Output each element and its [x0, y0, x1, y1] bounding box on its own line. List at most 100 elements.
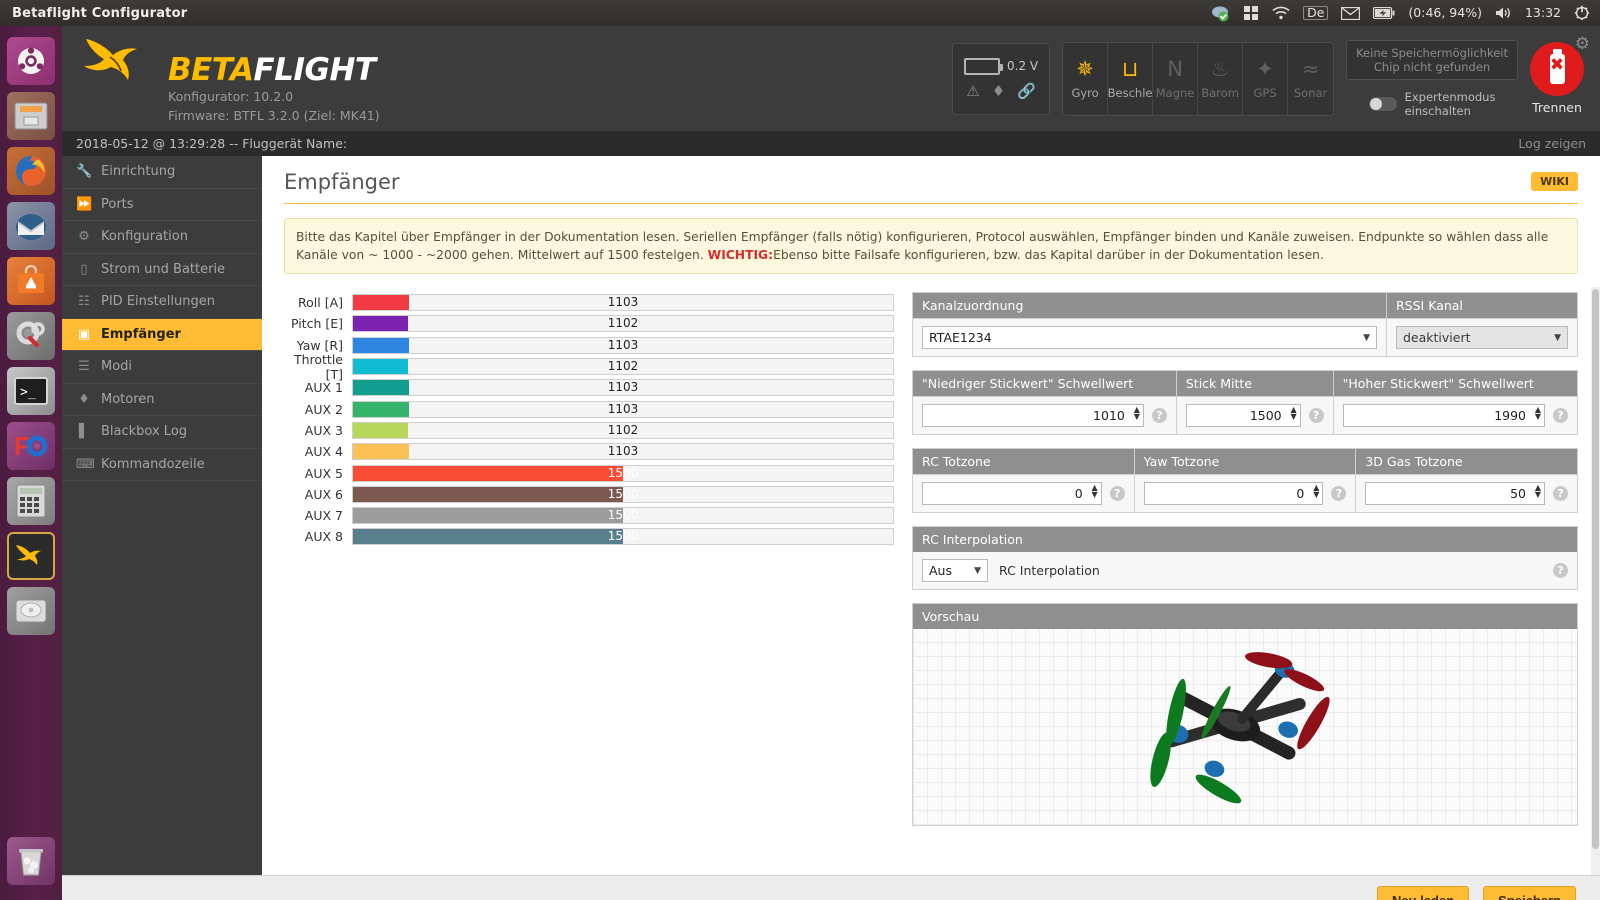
brand-block: BETAFLIGHT Konfigurator: 10.2.0 Firmware…: [62, 33, 380, 124]
configurator-version: Konfigurator: 10.2.0: [168, 89, 294, 104]
launcher-system-settings-icon[interactable]: [7, 312, 55, 360]
apps-grid-icon[interactable]: [1243, 5, 1259, 21]
yaw-deadband-body: ▲▼ ?: [1134, 475, 1356, 512]
rssi-channel-select[interactable]: deaktiviert ▼: [1396, 326, 1568, 349]
spinner-arrows-icon[interactable]: ▲ ▼: [1313, 484, 1319, 499]
high-threshold-stepper[interactable]: ▲▼: [1342, 404, 1545, 427]
help-icon[interactable]: ?: [1553, 486, 1569, 501]
sonar-icon: ≈: [1301, 56, 1320, 81]
save-button[interactable]: Speichern: [1483, 886, 1576, 900]
sidebar-item-blackbox[interactable]: ▌ Blackbox Log: [62, 416, 262, 449]
storage-and-expert-block: Keine Speichermöglichkeit Chip nicht gef…: [1346, 39, 1518, 118]
launcher-betaflight-icon[interactable]: [7, 532, 55, 580]
high-threshold-input[interactable]: [1342, 404, 1545, 427]
launcher-trash-icon[interactable]: [7, 837, 55, 885]
sensor-magnetometer: N Magne: [1153, 42, 1199, 115]
launcher-firefox-icon[interactable]: [7, 147, 55, 195]
settings-gear-icon[interactable]: ⚙: [1575, 34, 1590, 54]
expert-mode-toggle[interactable]: Expertenmodus einschalten: [1368, 90, 1495, 118]
yaw-deadband-input[interactable]: [1143, 482, 1324, 505]
stick-center-stepper[interactable]: ▲▼: [1185, 404, 1301, 427]
notice-text-part2: Ebenso bitte Failsafe konfigurieren, bzw…: [773, 248, 1324, 262]
channel-track: 1103: [352, 443, 894, 461]
battery-status-box: 0.2 V ⚠ ♦ 🔗: [952, 42, 1051, 115]
chevron-down-icon: ▼: [1363, 332, 1370, 343]
yaw-deadband-stepper[interactable]: ▲▼: [1143, 482, 1324, 505]
channel-map-panel: Kanalzuordnung RTAE1234 ▼ RSSI Kanal dea…: [912, 292, 1578, 357]
rc-deadband-input[interactable]: [922, 482, 1102, 505]
expert-mode-switch[interactable]: [1368, 96, 1397, 111]
show-log-link[interactable]: Log zeigen: [1518, 136, 1586, 151]
high-threshold-header: "Hoher Stickwert" Schwellwert: [1333, 371, 1577, 397]
sensor-accelerometer-label: Beschle: [1108, 85, 1153, 100]
wiki-button[interactable]: WIKI: [1531, 172, 1578, 191]
stick-center-input[interactable]: [1185, 404, 1301, 427]
help-icon[interactable]: ?: [1331, 486, 1347, 501]
app-header: BETAFLIGHT Konfigurator: 10.2.0 Firmware…: [62, 26, 1600, 131]
battery-icon[interactable]: [1373, 7, 1395, 19]
high-threshold-cell: "Hoher Stickwert" Schwellwert ▲▼ ?: [1333, 371, 1577, 434]
throttle3d-deadband-input[interactable]: [1365, 482, 1546, 505]
volume-icon[interactable]: [1495, 6, 1512, 20]
deadband-panel: RC Totzone ▲▼ ? Yaw Tot: [912, 448, 1578, 513]
yaw-deadband-cell: Yaw Totzone ▲▼ ?: [1134, 449, 1357, 512]
rc-deadband-stepper[interactable]: ▲▼: [922, 482, 1102, 505]
sidebar-item-modes[interactable]: ☰ Modi: [62, 351, 262, 384]
sync-check-icon[interactable]: [1211, 5, 1230, 22]
sidebar-item-setup[interactable]: 🔧 Einrichtung: [62, 156, 262, 189]
spinner-arrows-icon[interactable]: ▲ ▼: [1535, 406, 1541, 421]
launcher-terminal-icon[interactable]: >_: [7, 367, 55, 415]
launcher-disk-utility-icon[interactable]: [7, 587, 55, 635]
keyboard-layout-indicator[interactable]: De: [1303, 5, 1329, 21]
low-threshold-stepper[interactable]: ▲▼: [922, 404, 1144, 427]
sensor-status-box: ✵ Gyro ⊔ Beschle N Magne ♨ Barom ✦ GPS ≈…: [1062, 41, 1335, 116]
help-icon[interactable]: ?: [1151, 408, 1167, 423]
help-icon[interactable]: ?: [1553, 563, 1568, 578]
rc-interpolation-header: RC Interpolation: [913, 527, 1577, 552]
sensor-magnetometer-label: Magne: [1155, 85, 1195, 100]
launcher-freecad-icon[interactable]: F: [7, 422, 55, 470]
channel-map-value: RTAE1234: [929, 330, 992, 345]
channel-value: 1103: [607, 380, 639, 395]
content-scrollbar[interactable]: [1591, 287, 1600, 875]
spinner-arrows-icon[interactable]: ▲ ▼: [1535, 484, 1541, 499]
mail-icon[interactable]: [1341, 6, 1361, 20]
sidebar-item-cli[interactable]: ⌨ Kommandozeile: [62, 449, 262, 481]
sidebar-item-ports[interactable]: ⏩ Ports: [62, 189, 262, 221]
sidebar-item-label: Konfiguration: [101, 229, 188, 245]
scrollbar-thumb[interactable]: [1592, 289, 1599, 849]
receiver-settings-column: Kanalzuordnung RTAE1234 ▼ RSSI Kanal dea…: [912, 292, 1578, 839]
help-icon[interactable]: ?: [1308, 408, 1324, 423]
wifi-icon[interactable]: [1272, 6, 1290, 20]
launcher-files-icon[interactable]: [7, 92, 55, 140]
spinner-arrows-icon[interactable]: ▲ ▼: [1290, 406, 1296, 421]
spinner-arrows-icon[interactable]: ▲ ▼: [1134, 406, 1140, 421]
channel-row: AUX 1 1103: [284, 377, 894, 398]
sidebar-item-motors[interactable]: ♦ Motoren: [62, 384, 262, 416]
launcher-thunderbird-icon[interactable]: [7, 202, 55, 250]
rc-interpolation-select[interactable]: Aus ▼: [922, 559, 988, 582]
channel-value: 1103: [607, 401, 639, 416]
sidebar-item-label: Blackbox Log: [101, 424, 188, 440]
launcher-ubuntu-dash-icon[interactable]: [7, 37, 55, 85]
sidebar-item-receiver[interactable]: ▣ Empfänger: [62, 318, 262, 351]
channel-map-select[interactable]: RTAE1234 ▼: [922, 326, 1377, 349]
launcher-calculator-icon[interactable]: [7, 477, 55, 525]
low-threshold-input[interactable]: [922, 404, 1144, 427]
sidebar-item-configuration[interactable]: ⚙ Konfiguration: [62, 221, 262, 254]
help-icon[interactable]: ?: [1553, 408, 1568, 423]
sensor-sonar-label: Sonar: [1293, 85, 1328, 100]
low-threshold-cell: "Niedriger Stickwert" Schwellwert ▲▼ ?: [913, 371, 1177, 434]
clock-label[interactable]: 13:32: [1525, 6, 1561, 20]
spinner-arrows-icon[interactable]: ▲ ▼: [1092, 484, 1098, 499]
sidebar-item-power-battery[interactable]: ▯ Strom und Batterie: [62, 254, 262, 286]
help-icon[interactable]: ?: [1109, 486, 1125, 501]
launcher-software-center-icon[interactable]: [7, 257, 55, 305]
power-gear-icon[interactable]: [1574, 5, 1590, 21]
throttle3d-deadband-stepper[interactable]: ▲▼: [1365, 482, 1546, 505]
sidebar-item-pid-tuning[interactable]: ☷ PID Einstellungen: [62, 286, 262, 319]
quadcopter-3d-preview[interactable]: [913, 629, 1577, 825]
rc-deadband-body: ▲▼ ?: [913, 475, 1134, 512]
channel-map-header: Kanalzuordnung: [913, 293, 1386, 319]
reload-button[interactable]: Neu laden: [1377, 886, 1470, 900]
